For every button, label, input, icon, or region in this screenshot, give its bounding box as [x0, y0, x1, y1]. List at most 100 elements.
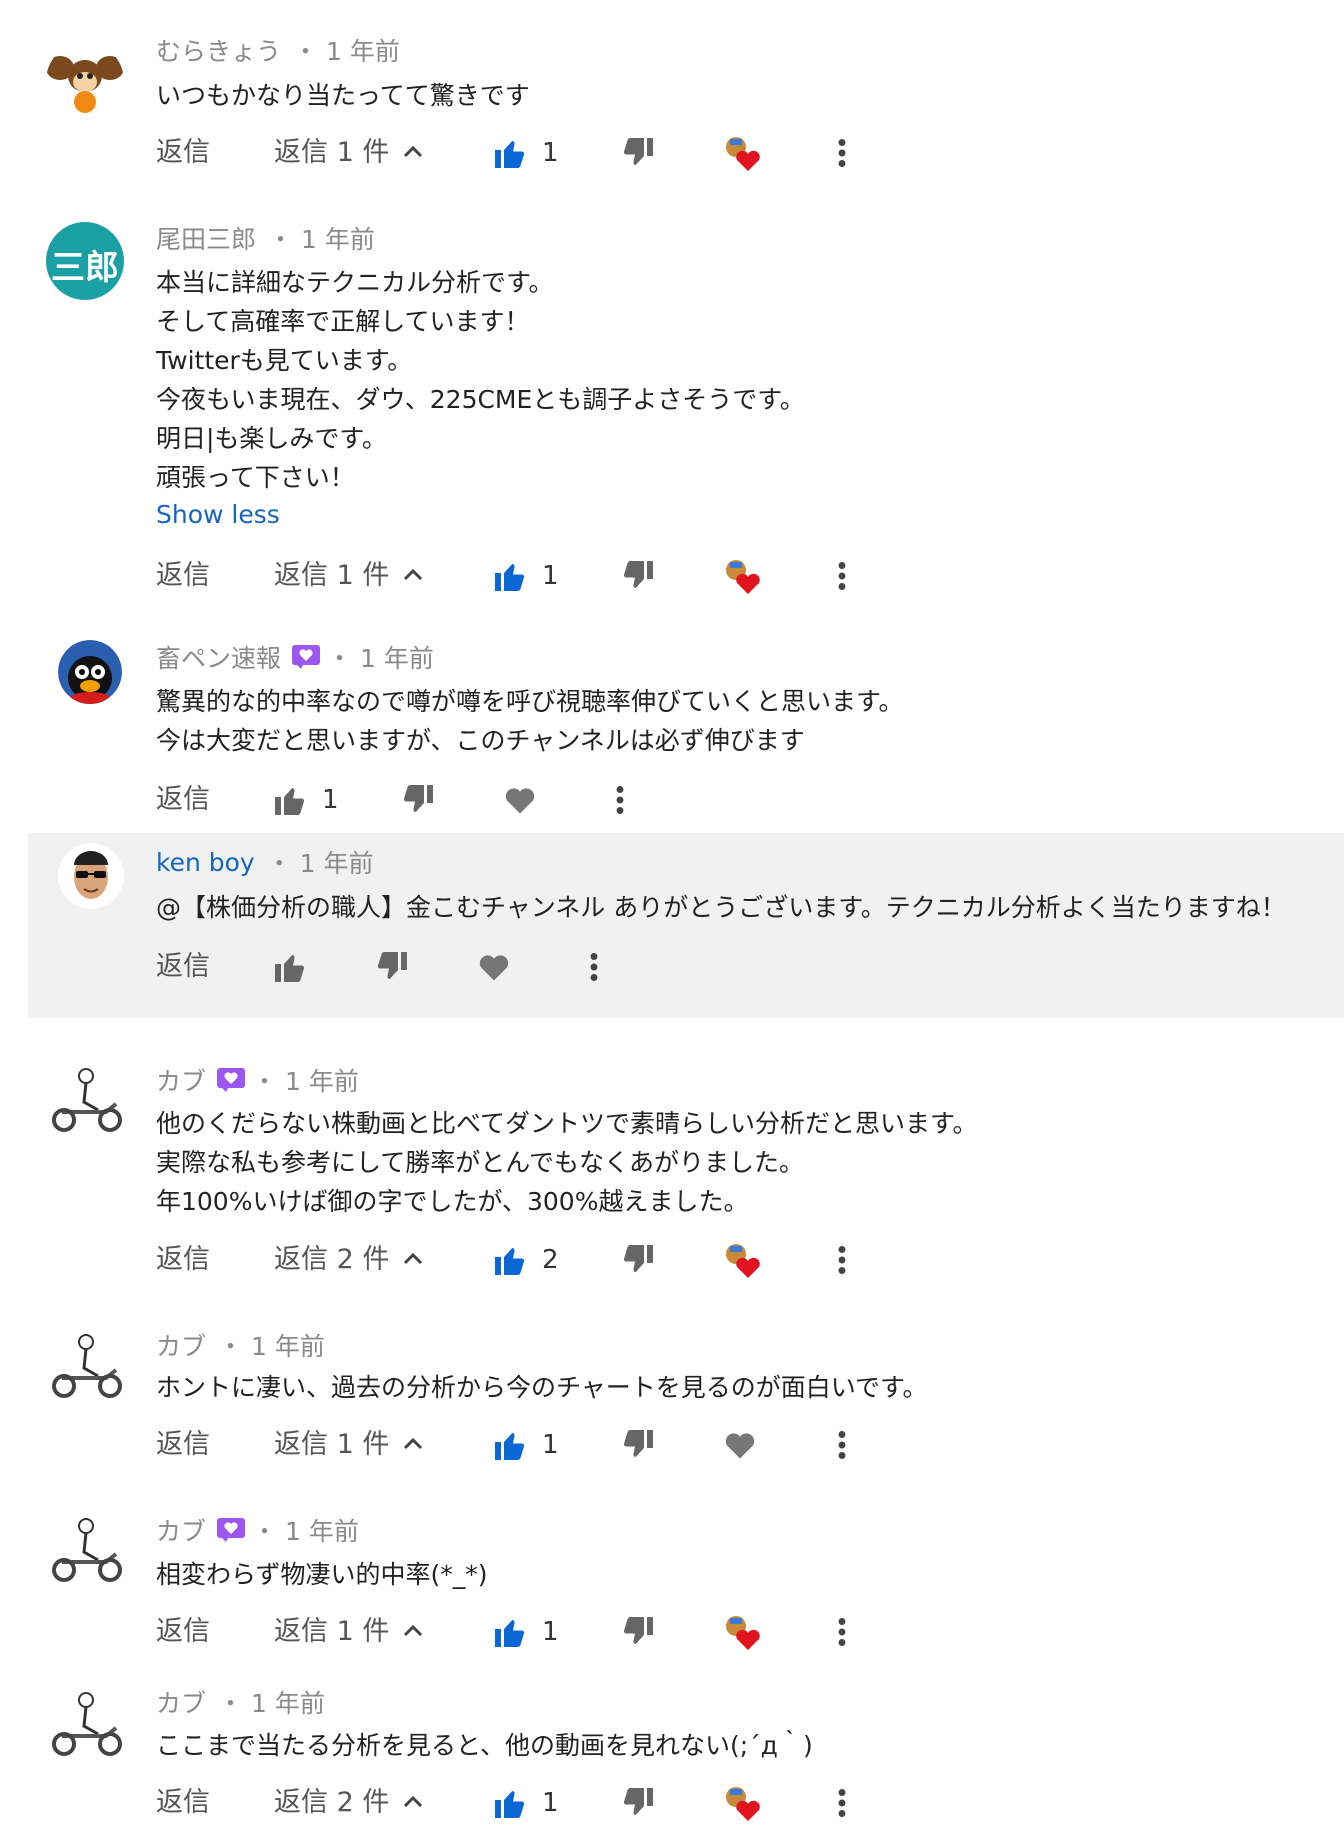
avatar[interactable]: 三郎	[46, 222, 124, 300]
like-icon[interactable]	[492, 1242, 528, 1278]
heart-icon[interactable]	[476, 949, 512, 985]
show-less-link[interactable]: Show less	[156, 500, 280, 529]
comment-time[interactable]: ・ 1 年前	[293, 32, 400, 68]
chevron-up-icon[interactable]	[400, 137, 426, 167]
comment-time[interactable]: ・ 1 年前	[218, 1327, 325, 1363]
avatar[interactable]	[58, 640, 122, 704]
comment-time[interactable]: ・ 1 年前	[252, 1512, 359, 1548]
dislike-icon[interactable]	[374, 949, 410, 985]
view-replies-button[interactable]: 返信 2 件	[274, 1238, 389, 1282]
comment-text: 相変わらず物凄い的中率(*_*)	[156, 1560, 488, 1589]
reply-button[interactable]: 返信	[156, 131, 210, 175]
like-icon[interactable]	[492, 135, 528, 171]
view-replies-button[interactable]: 返信 2 件	[274, 1781, 389, 1825]
member-badge-icon	[292, 645, 321, 669]
creator-heart-icon[interactable]	[722, 133, 762, 173]
like-count: 1	[542, 1788, 559, 1818]
comment-text: 他のくだらない株動画と比べてダントツで素晴らしい分析だと思います。 実際な私も参…	[156, 1109, 978, 1216]
avatar[interactable]	[46, 1062, 126, 1142]
chevron-up-icon[interactable]	[400, 1244, 426, 1274]
comment-time[interactable]: ・ 1 年前	[327, 639, 434, 675]
avatar[interactable]	[46, 1686, 126, 1766]
member-badge-icon	[217, 1068, 246, 1092]
comment-time[interactable]: ・ 1 年前	[267, 844, 374, 880]
comment-header: 畜ペン速報 ・ 1 年前	[156, 639, 434, 675]
like-icon[interactable]	[492, 1614, 528, 1650]
view-replies-button[interactable]: 返信 1 件	[274, 1610, 389, 1654]
comment-author[interactable]: カブ	[156, 1327, 206, 1363]
more-options-icon[interactable]	[824, 1785, 860, 1821]
reply-button[interactable]: 返信	[156, 554, 210, 598]
reply-button[interactable]: 返信	[156, 778, 210, 822]
comment-header: カブ ・ 1 年前	[156, 1327, 325, 1363]
creator-heart-icon[interactable]	[722, 1240, 762, 1280]
dislike-icon[interactable]	[620, 1242, 656, 1278]
heart-icon[interactable]	[722, 1427, 758, 1463]
avatar[interactable]	[46, 42, 124, 120]
more-options-icon[interactable]	[824, 1614, 860, 1650]
like-icon[interactable]	[492, 1785, 528, 1821]
like-icon[interactable]	[272, 949, 308, 985]
heart-icon[interactable]	[502, 782, 538, 818]
more-options-icon[interactable]	[602, 782, 638, 818]
like-icon[interactable]	[272, 782, 308, 818]
view-replies-button[interactable]: 返信 1 件	[274, 554, 389, 598]
like-count: 1	[542, 1617, 559, 1647]
scooter-rider-avatar-icon	[52, 1518, 122, 1582]
comment-time[interactable]: ・ 1 年前	[268, 220, 375, 256]
comment-author[interactable]: カブ	[156, 1684, 206, 1720]
dislike-icon[interactable]	[620, 135, 656, 171]
chevron-up-icon[interactable]	[400, 1429, 426, 1459]
avatar[interactable]	[46, 1512, 126, 1592]
more-options-icon[interactable]	[824, 558, 860, 594]
comment-author[interactable]: 畜ペン速報	[156, 639, 281, 675]
dislike-icon[interactable]	[620, 1614, 656, 1650]
comment-author[interactable]: ken boy	[156, 848, 255, 877]
comment-time[interactable]: ・ 1 年前	[252, 1062, 359, 1098]
reply-button[interactable]: 返信	[156, 1610, 210, 1654]
comment-text: いつもかなり当たってて驚きです	[156, 81, 530, 110]
more-options-icon[interactable]	[576, 949, 612, 985]
more-options-icon[interactable]	[824, 1242, 860, 1278]
like-count: 1	[542, 1430, 559, 1460]
comment-author[interactable]: 尾田三郎	[156, 220, 256, 256]
view-replies-button[interactable]: 返信 1 件	[274, 131, 389, 175]
comment-author[interactable]: カブ	[156, 1062, 206, 1098]
more-options-icon[interactable]	[824, 1427, 860, 1463]
like-count: 1	[542, 561, 559, 591]
reply-button[interactable]: 返信	[156, 945, 210, 989]
avatar-initials: 三郎	[51, 248, 119, 288]
reply-button[interactable]: 返信	[156, 1238, 210, 1282]
creator-heart-icon[interactable]	[722, 556, 762, 596]
scooter-rider-avatar-icon	[52, 1692, 122, 1756]
chevron-up-icon[interactable]	[400, 1616, 426, 1646]
scooter-rider-avatar-icon	[52, 1334, 122, 1398]
comment-author[interactable]: カブ	[156, 1512, 206, 1548]
dislike-icon[interactable]	[620, 558, 656, 594]
member-badge-icon	[217, 1518, 246, 1542]
more-options-icon[interactable]	[824, 135, 860, 171]
dislike-icon[interactable]	[620, 1785, 656, 1821]
comment-header: カブ ・ 1 年前	[156, 1512, 359, 1548]
comment-author[interactable]: むらきょう	[156, 32, 281, 68]
avatar[interactable]	[46, 1328, 126, 1408]
like-icon[interactable]	[492, 1427, 528, 1463]
creator-heart-icon[interactable]	[722, 1783, 762, 1823]
like-count: 2	[542, 1245, 559, 1275]
dislike-icon[interactable]	[400, 782, 436, 818]
comment-header: ken boy ・ 1 年前	[156, 844, 374, 880]
reply-button[interactable]: 返信	[156, 1781, 210, 1825]
chevron-up-icon[interactable]	[400, 560, 426, 590]
avatar[interactable]	[58, 843, 124, 909]
dislike-icon[interactable]	[620, 1427, 656, 1463]
comment-text: ホントに凄い、過去の分析から今のチャートを見るのが面白いです。	[156, 1373, 928, 1402]
reply-button[interactable]: 返信	[156, 1423, 210, 1467]
view-replies-button[interactable]: 返信 1 件	[274, 1423, 389, 1467]
creator-heart-icon[interactable]	[722, 1612, 762, 1652]
comment-text: @【株価分析の職人】金こむチャンネル ありがとうございます。テクニカル分析よく当…	[156, 893, 1286, 922]
like-icon[interactable]	[492, 558, 528, 594]
like-count: 1	[542, 138, 559, 168]
comment-time[interactable]: ・ 1 年前	[218, 1684, 325, 1720]
comment-header: カブ ・ 1 年前	[156, 1062, 359, 1098]
chevron-up-icon[interactable]	[400, 1787, 426, 1817]
